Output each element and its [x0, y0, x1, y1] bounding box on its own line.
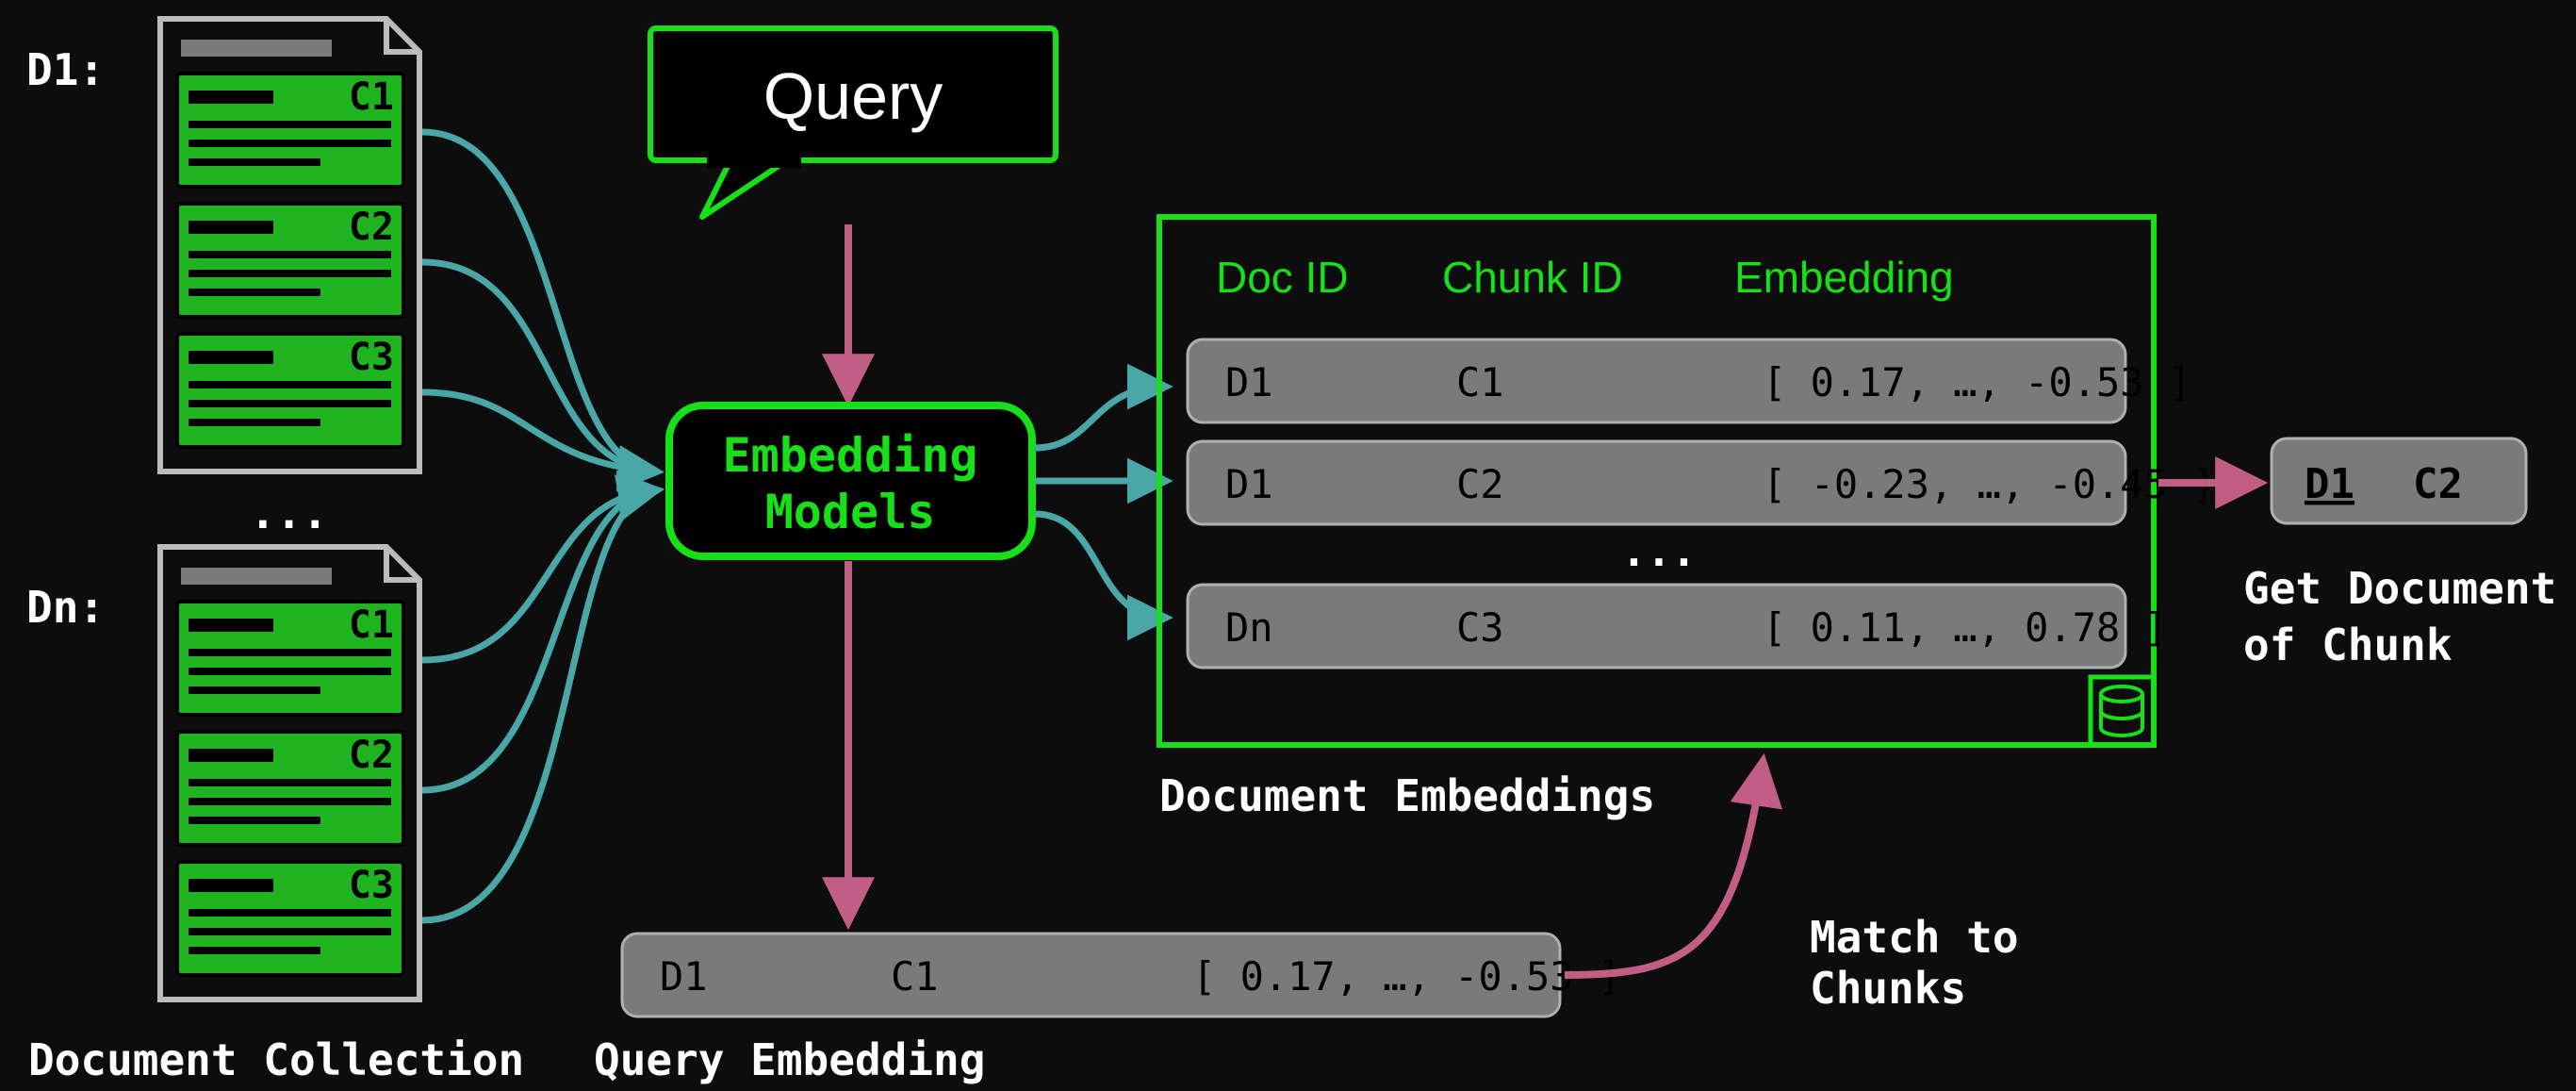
- query-label: Query: [763, 59, 943, 133]
- embedding-models-line1: Embedding: [723, 428, 978, 483]
- embedding-models-box: Embedding Models: [669, 405, 1032, 556]
- table-header-chunk: Chunk ID: [1442, 253, 1623, 302]
- embedding-models-line2: Models: [765, 485, 936, 539]
- model-to-table-arrows: [1035, 387, 1164, 618]
- table-header-doc: Doc ID: [1216, 253, 1349, 302]
- output-caption-2: of Chunk: [2243, 620, 2453, 670]
- table-header-emb: Embedding: [1734, 253, 1954, 302]
- chunk-arrows: [422, 132, 655, 920]
- chunk-dn-c1: C1: [177, 602, 403, 715]
- output-caption-1: Get Document: [2243, 563, 2556, 614]
- chunk-dn-c2: C2: [177, 732, 403, 845]
- chunk-d1-c3: C3: [177, 334, 403, 447]
- output-box: D1 C2: [2272, 438, 2526, 523]
- table-row: Dn C3 [ 0.11, …, 0.78 ]: [1188, 585, 2168, 668]
- cell-doc: D1: [1225, 359, 1273, 405]
- database-icon: [2091, 677, 2154, 745]
- document-dn: C1 C2 C3: [160, 547, 419, 1000]
- cell-vec: [ -0.23, …, -0.45 ]: [1763, 461, 2215, 507]
- match-label-2: Chunks: [1810, 963, 1966, 1014]
- table-row: D1 C1 [ 0.17, …, -0.53 ]: [1188, 339, 2191, 422]
- output-chunk: C2: [2413, 460, 2463, 508]
- qemb-doc: D1: [660, 953, 708, 1000]
- query-embedding-caption: Query Embedding: [594, 1034, 985, 1085]
- chunk-label: C3: [349, 336, 394, 379]
- document-d1: C1 C2 C3: [160, 19, 419, 471]
- table-ellipsis: ...: [1621, 528, 1696, 576]
- chunk-d1-c2: C2: [177, 204, 403, 317]
- cell-vec: [ 0.17, …, -0.53 ]: [1763, 359, 2191, 405]
- d1-label: D1:: [26, 44, 105, 95]
- docs-ellipsis: ...: [250, 488, 328, 538]
- match-label-1: Match to: [1810, 912, 2019, 963]
- dn-label: Dn:: [26, 582, 105, 633]
- chunk-dn-c3: C3: [177, 862, 403, 975]
- document-collection: D1: C1 C2: [26, 19, 524, 1085]
- cell-doc: D1: [1225, 461, 1273, 507]
- cell-vec: [ 0.11, …, 0.78 ]: [1763, 604, 2168, 651]
- cell-chunk: C2: [1456, 461, 1504, 507]
- query-bubble: Query: [650, 28, 1056, 217]
- document-collection-caption: Document Collection: [28, 1034, 524, 1085]
- embeddings-table-caption: Document Embeddings: [1159, 770, 1655, 821]
- cell-doc: Dn: [1225, 604, 1273, 651]
- output-doc: D1: [2305, 460, 2354, 508]
- cell-chunk: C1: [1456, 359, 1504, 405]
- embeddings-table: Doc ID Chunk ID Embedding D1 C1 [ 0.17, …: [1159, 217, 2215, 821]
- chunk-label: C2: [349, 206, 394, 249]
- query-embedding-row: D1 C1 [ 0.17, …, -0.53 ]: [622, 934, 1621, 1017]
- chunk-d1-c1: C1: [177, 74, 403, 187]
- chunk-label: C3: [349, 864, 394, 907]
- chunk-label: C1: [349, 75, 394, 119]
- chunk-label: C1: [349, 603, 394, 647]
- cell-chunk: C3: [1456, 604, 1504, 651]
- qemb-chunk: C1: [891, 953, 939, 1000]
- chunk-label: C2: [349, 734, 394, 777]
- qemb-vec: [ 0.17, …, -0.53 ]: [1192, 953, 1621, 1000]
- table-row: D1 C2 [ -0.23, …, -0.45 ]: [1188, 441, 2215, 524]
